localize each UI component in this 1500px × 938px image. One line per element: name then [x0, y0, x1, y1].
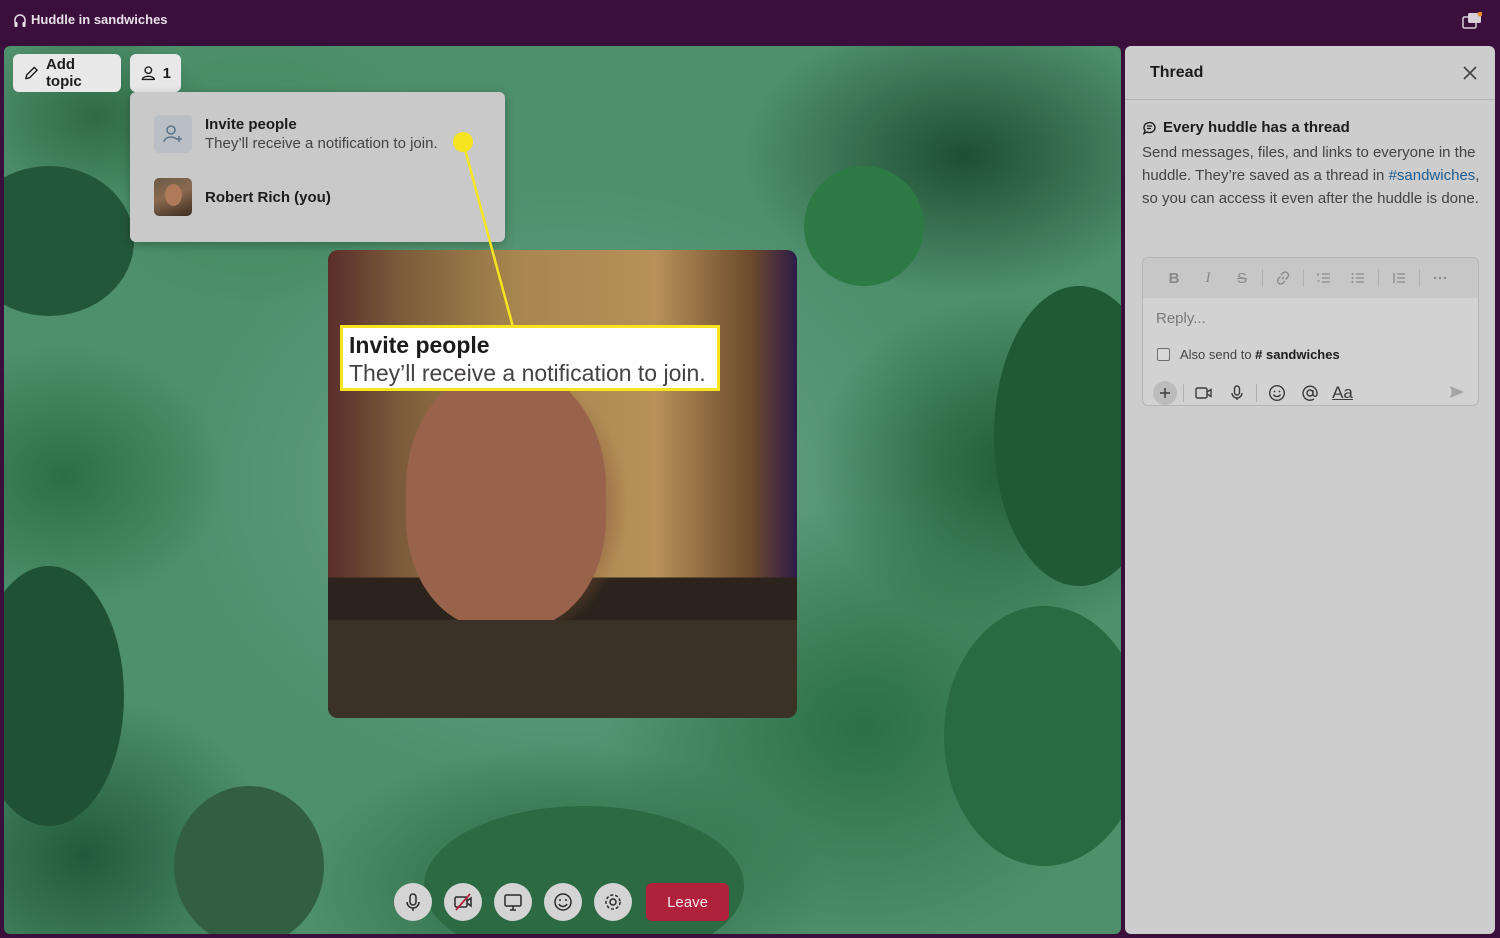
plus-icon	[1160, 388, 1170, 398]
channel-link[interactable]: #sandwiches	[1389, 167, 1476, 184]
video-tile	[328, 250, 797, 718]
strikethrough-button[interactable]: S	[1225, 267, 1259, 289]
more-icon	[1433, 276, 1447, 280]
screen-share-icon	[504, 894, 522, 911]
add-topic-button[interactable]: Add topic	[13, 54, 121, 92]
formatting-toggle-button[interactable]: Aa	[1329, 381, 1356, 405]
composer-actions: Aa	[1153, 379, 1468, 407]
title-bar: Huddle in sandwiches	[0, 0, 1500, 44]
ordered-list-button[interactable]	[1307, 267, 1341, 289]
formatting-toolbar: B I S	[1143, 258, 1478, 298]
camera-off-icon	[454, 893, 472, 911]
reply-input[interactable]: Reply...	[1156, 310, 1206, 327]
video-clip-button[interactable]	[1190, 381, 1217, 405]
popout-window-icon[interactable]	[1462, 12, 1482, 30]
also-send-checkbox[interactable]	[1157, 348, 1170, 361]
link-button[interactable]	[1266, 267, 1300, 289]
callout-subtitle: They’ll receive a notification to join.	[349, 360, 706, 386]
also-send-option[interactable]: Also send to # sandwiches	[1157, 347, 1340, 362]
audio-clip-button[interactable]	[1223, 381, 1250, 405]
attach-button[interactable]	[1153, 381, 1177, 405]
callout-title: Invite people	[349, 332, 490, 358]
thread-info-body: Send messages, files, and links to every…	[1142, 144, 1480, 207]
emoji-icon	[554, 893, 572, 911]
huddle-controls: Leave	[394, 883, 729, 921]
thread-header: Thread	[1125, 46, 1495, 100]
send-icon[interactable]	[1449, 384, 1465, 400]
ordered-list-icon	[1317, 273, 1330, 283]
thread-info: Every huddle has a thread Send messages,…	[1142, 119, 1482, 210]
background-foliage	[174, 786, 324, 934]
screen-share-button[interactable]	[494, 883, 532, 921]
invite-people-subtitle: They’ll receive a notification to join.	[205, 135, 438, 152]
settings-button[interactable]	[594, 883, 632, 921]
link-icon	[1276, 271, 1290, 285]
microphone-icon	[1230, 385, 1243, 400]
pencil-icon	[25, 66, 38, 80]
italic-button[interactable]: I	[1191, 267, 1225, 289]
background-foliage	[804, 166, 924, 286]
settings-icon	[605, 894, 621, 910]
bold-button[interactable]: B	[1157, 267, 1191, 289]
emoji-icon	[1268, 384, 1285, 402]
background-foliage	[994, 286, 1121, 586]
reply-composer: B I S Reply... Also send to # sandwiches…	[1142, 257, 1479, 406]
avatar	[154, 178, 192, 216]
also-send-channel: # sandwiches	[1255, 347, 1340, 362]
video-icon	[1194, 387, 1212, 399]
thread-info-title: Every huddle has a thread	[1163, 119, 1350, 136]
microphone-icon	[406, 893, 420, 911]
participant-video	[406, 368, 606, 628]
thread-title: Thread	[1150, 64, 1204, 81]
participants-button[interactable]: 1	[130, 54, 181, 92]
background-foliage	[4, 566, 124, 826]
leave-button[interactable]: Leave	[646, 883, 729, 921]
bulleted-list-icon	[1351, 273, 1364, 283]
headphones-icon	[14, 14, 26, 27]
callout-box: Invite people They’ll receive a notifica…	[340, 325, 720, 391]
background-foliage	[4, 166, 134, 316]
blockquote-icon	[1393, 273, 1405, 283]
participant-count: 1	[162, 64, 171, 82]
mention-icon	[1301, 385, 1318, 401]
invite-people-item[interactable]: Invite people They’ll receive a notifica…	[154, 115, 438, 153]
participants-dropdown: Invite people They’ll receive a notifica…	[130, 92, 505, 242]
camera-button[interactable]	[444, 883, 482, 921]
thread-panel: Thread Every huddle has a thread Send me…	[1125, 46, 1495, 934]
invite-people-title: Invite people	[205, 116, 297, 133]
person-icon	[141, 66, 156, 81]
close-icon[interactable]	[1463, 66, 1477, 80]
reactions-button[interactable]	[544, 883, 582, 921]
member-item[interactable]: Robert Rich (you)	[154, 178, 331, 216]
add-person-icon	[154, 115, 192, 153]
thread-icon	[1142, 121, 1156, 135]
blockquote-button[interactable]	[1382, 267, 1416, 289]
window-title: Huddle in sandwiches	[31, 12, 168, 27]
member-name: Robert Rich (you)	[205, 188, 331, 206]
more-formatting-button[interactable]	[1423, 267, 1457, 289]
add-topic-label: Add topic	[45, 56, 82, 90]
mention-button[interactable]	[1296, 381, 1323, 405]
bulleted-list-button[interactable]	[1341, 267, 1375, 289]
background-foliage	[944, 606, 1121, 866]
emoji-button[interactable]	[1263, 381, 1290, 405]
microphone-button[interactable]	[394, 883, 432, 921]
